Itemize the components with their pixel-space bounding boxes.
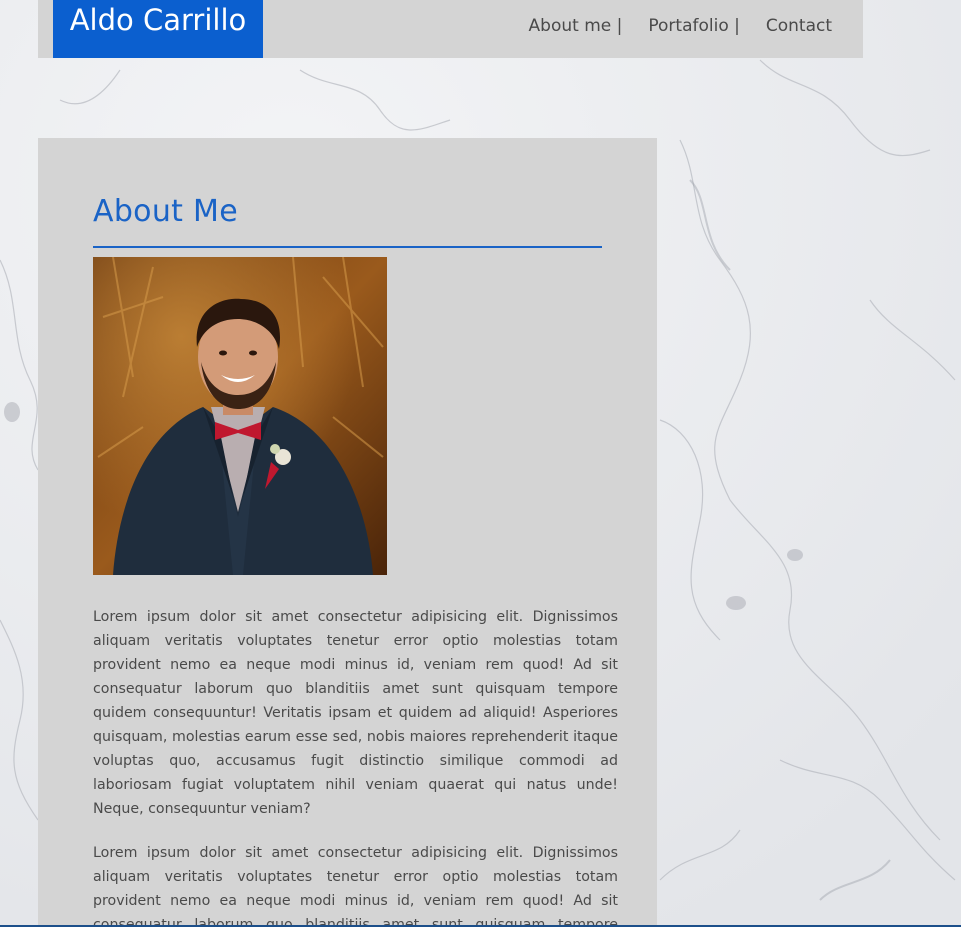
title-underline (93, 246, 602, 248)
nav-about-me[interactable]: About me | (529, 16, 623, 36)
about-paragraph-2: Lorem ipsum dolor sit amet consectetur a… (93, 845, 618, 927)
profile-photo (93, 257, 387, 575)
nav-portafolio[interactable]: Portafolio | (648, 16, 739, 36)
about-title: About Me (93, 194, 238, 229)
about-card: About Me Lorem ipsum dolor sit amet cons… (38, 138, 657, 927)
main-nav: About me | Portafolio | Contact (529, 16, 832, 36)
nav-contact[interactable]: Contact (766, 16, 832, 36)
site-header: Aldo Carrillo About me | Portafolio | Co… (38, 0, 863, 58)
about-paragraph-1: Lorem ipsum dolor sit amet consectetur a… (93, 609, 618, 817)
site-logo[interactable]: Aldo Carrillo (53, 0, 263, 58)
